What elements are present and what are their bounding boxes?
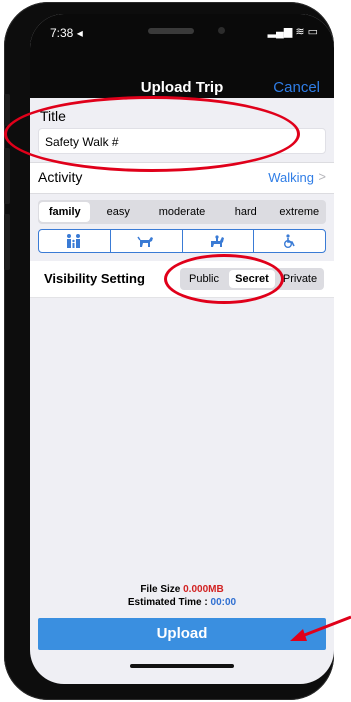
annotation-arrow — [290, 615, 351, 641]
